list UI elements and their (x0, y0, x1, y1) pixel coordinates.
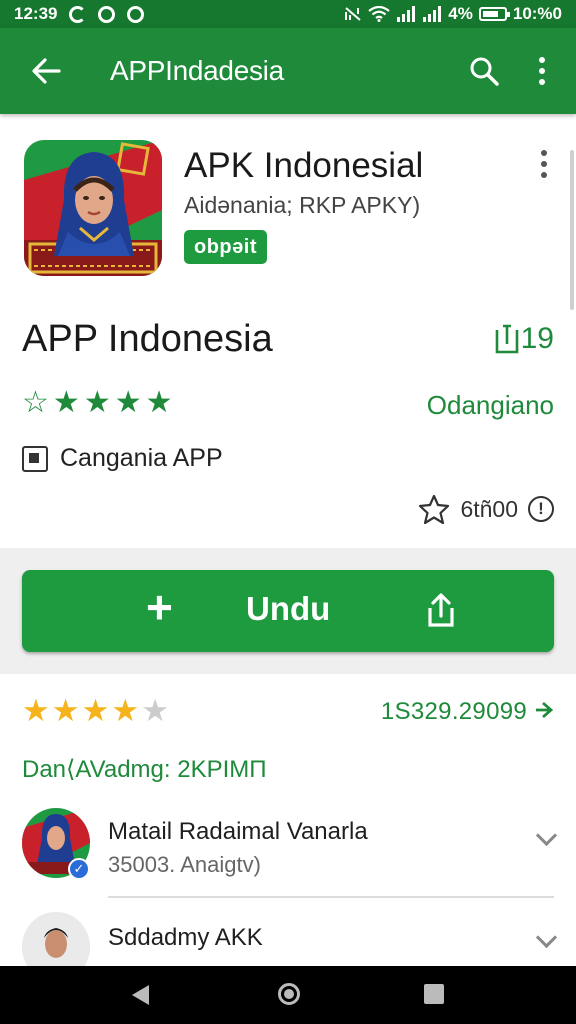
rating-count-value: 1S329.29099 (380, 698, 528, 725)
system-nav-bar (0, 966, 576, 1024)
wishlist-count: 6tñ00 (460, 495, 518, 522)
share-button[interactable] (426, 592, 456, 633)
verified-icon: ✓ (68, 858, 90, 880)
downloads-label: Dan⟨AVadmg: 2KPIMΠ (22, 756, 267, 783)
rating-stars: ★ ★ ★ ★ ★ (22, 695, 169, 726)
star-outline-icon[interactable] (418, 494, 450, 524)
status-clock: 10:%0 (512, 4, 562, 23)
review-item[interactable]: Sddadmy AKK (0, 912, 576, 966)
star-filled-icon: ★ (111, 693, 140, 728)
search-button[interactable] (462, 49, 506, 93)
signal-icon (397, 6, 416, 22)
nav-back-icon[interactable] (132, 985, 149, 1005)
divider (108, 896, 554, 898)
reviewer-name: Matail Radaimal Vanarla (108, 818, 368, 845)
reviewer-name: Sddadmy AKK (108, 924, 263, 951)
download-size-icon (495, 324, 518, 354)
reviewer-meta: 35003. Anaigtv) (108, 852, 261, 877)
star-filled-icon: ★ (22, 693, 50, 728)
header-more-button[interactable] (534, 150, 554, 178)
notification-icon (127, 5, 145, 23)
app-icon (24, 140, 162, 276)
star-outline-icon: ☆ (22, 386, 49, 419)
chevron-down-icon[interactable] (535, 926, 558, 949)
star-icon: ★ (52, 386, 80, 419)
scrollbar[interactable] (570, 150, 574, 310)
status-bar: 12:39 4% 10:%0 (0, 0, 576, 28)
signal-icon (423, 6, 442, 22)
chevron-down-icon[interactable] (535, 824, 558, 847)
install-label: Undu (246, 590, 331, 627)
wishlist-row: 6tñ00 ! (418, 494, 554, 524)
size-label: 19 (495, 322, 554, 356)
details-title: APP Indonesia (22, 318, 273, 360)
no-signal-icon (345, 7, 361, 21)
star-filled-icon: ★ (81, 693, 110, 728)
category-label: Cangania APP (60, 444, 223, 472)
app-subtitle: Aidənania; RKP APKY) (184, 192, 421, 218)
chevron-right-icon (536, 701, 554, 719)
battery-percent: 4% (448, 4, 473, 23)
overflow-menu-button[interactable] (520, 49, 564, 93)
more-vert-icon (539, 57, 545, 63)
search-icon (470, 57, 499, 86)
developer-link[interactable]: Odangiano (427, 390, 554, 421)
app-bar: APPIndadesia (0, 28, 576, 114)
app-badge[interactable]: obpəit (184, 230, 267, 264)
details-stars: ☆ ★ ★ ★ ★ (22, 388, 173, 418)
star-icon: ★ (145, 386, 173, 419)
app-bar-title: APPIndadesia (110, 55, 284, 86)
star-icon: ★ (114, 386, 142, 419)
nav-recents-icon[interactable] (424, 984, 444, 1004)
back-arrow-icon (32, 58, 61, 84)
sync-icon (69, 5, 87, 23)
star-icon: ★ (83, 386, 111, 419)
nav-home-icon[interactable] (278, 983, 300, 1005)
info-icon[interactable]: ! (528, 496, 554, 522)
notification-icon (98, 5, 116, 23)
category-row[interactable]: Cangania APP (22, 444, 223, 473)
back-button[interactable] (24, 58, 68, 84)
avatar (22, 912, 90, 966)
battery-icon (478, 7, 510, 21)
rating-count[interactable]: 1S329.29099 (381, 698, 554, 726)
category-icon (22, 445, 48, 472)
wifi-icon (368, 6, 390, 22)
star-empty-icon: ★ (141, 693, 169, 728)
more-vert-icon (541, 150, 547, 156)
share-icon (428, 593, 454, 627)
star-filled-icon: ★ (51, 693, 80, 728)
plus-icon: + (146, 581, 173, 633)
review-item[interactable]: ✓ Matail Radaimal Vanarla 35003. Anaigtv… (0, 808, 576, 900)
install-button[interactable]: + Undu (22, 570, 554, 652)
status-time: 12:39 (14, 4, 58, 23)
app-name: APK Indonesial (184, 146, 424, 185)
size-value: 19 (520, 322, 554, 355)
